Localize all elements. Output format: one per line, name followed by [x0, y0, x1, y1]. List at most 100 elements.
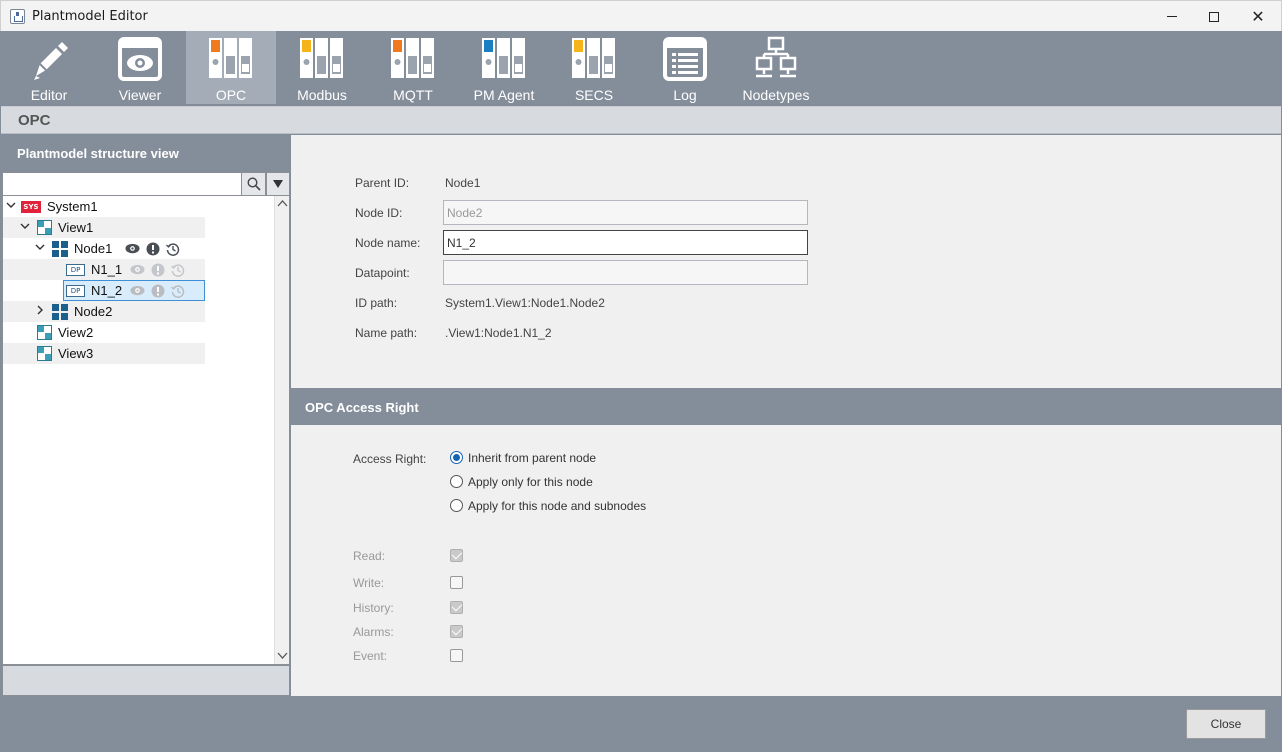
- datapoint-label: Datapoint:: [355, 266, 410, 280]
- close-button[interactable]: Close: [1186, 709, 1266, 739]
- node-id-field: Node2: [443, 200, 808, 225]
- tool-secs-label: SECS: [574, 87, 614, 103]
- system-icon: SYS: [21, 200, 41, 213]
- tool-pm-agent[interactable]: PM Agent: [459, 31, 549, 104]
- name-path-value: .View1:Node1.N1_2: [445, 326, 552, 340]
- access-right-label: Access Right:: [353, 452, 427, 466]
- tree-item-n1-2[interactable]: DP N1_2: [3, 280, 205, 301]
- maximize-icon: [1209, 11, 1219, 22]
- chevron-right-icon[interactable]: [35, 305, 45, 315]
- node-icon: [52, 240, 68, 257]
- tree-item-label: Node2: [74, 304, 113, 319]
- pencil-icon: [4, 36, 94, 82]
- alarm-icon: [150, 283, 165, 298]
- tool-mqtt-label: MQTT: [393, 87, 433, 103]
- history-icon: [170, 262, 185, 277]
- datapoint-icon: DP: [66, 284, 85, 297]
- tree-item-node1[interactable]: Node1: [3, 238, 203, 259]
- server-rack-blue-icon: [459, 36, 549, 82]
- chevron-down-icon[interactable]: [35, 242, 45, 252]
- section-title: OPC: [18, 112, 51, 129]
- tree-item-label: N1_1: [91, 262, 123, 277]
- view-icon: [37, 220, 52, 235]
- event-checkbox: [450, 649, 463, 662]
- chevron-down-icon[interactable]: [277, 652, 288, 662]
- tree-item-label: System1: [47, 199, 98, 214]
- read-label: Read:: [353, 549, 386, 563]
- datapoint-field[interactable]: [443, 260, 808, 285]
- radio-inherit[interactable]: [450, 451, 463, 464]
- details-panel: Parent ID: Node1 Node ID: Node2 Node nam…: [291, 135, 1281, 696]
- view-icon: [37, 325, 52, 340]
- alarm-icon: [145, 241, 160, 256]
- search-button[interactable]: [241, 172, 266, 196]
- tool-editor[interactable]: Editor: [4, 31, 94, 104]
- parent-id-value: Node1: [445, 176, 481, 190]
- parent-id-label: Parent ID:: [355, 176, 410, 190]
- node-icon: [52, 303, 68, 320]
- close-icon: ✕: [1251, 7, 1265, 26]
- tree-item-view3[interactable]: View3: [3, 343, 205, 364]
- view-icon: [37, 346, 52, 361]
- history-label: History:: [353, 601, 394, 615]
- network-tree-icon: [731, 36, 821, 82]
- tool-nodetypes-label: Nodetypes: [742, 87, 810, 103]
- tool-viewer[interactable]: Viewer: [95, 31, 185, 104]
- tool-viewer-label: Viewer: [118, 87, 162, 103]
- structure-tree: SYS System1 View1 Node1 DP N1_1 DP N1_2 …: [2, 196, 290, 665]
- server-rack-yellow-icon: [549, 36, 639, 82]
- read-checkbox: [450, 549, 463, 562]
- minimize-button[interactable]: [1149, 1, 1195, 32]
- access-right-header: OPC Access Right: [291, 388, 1281, 425]
- search-input[interactable]: [2, 172, 242, 196]
- section-header: OPC: [1, 106, 1281, 134]
- id-path-label: ID path:: [355, 296, 398, 310]
- datapoint-icon: DP: [66, 263, 85, 276]
- tree-item-view2[interactable]: View2: [3, 322, 205, 343]
- node-status-icons: [125, 241, 180, 256]
- radio-node-and-subnodes-label[interactable]: Apply for this node and subnodes: [468, 499, 646, 513]
- eye-window-icon: [95, 36, 185, 82]
- node-name-field[interactable]: N1_2: [443, 230, 808, 255]
- tool-log[interactable]: Log: [640, 31, 730, 104]
- tree-item-node2[interactable]: Node2: [3, 301, 205, 322]
- server-rack-yellow-icon: [277, 36, 367, 82]
- close-window-button[interactable]: ✕: [1235, 1, 1281, 32]
- chevron-down-icon[interactable]: [6, 200, 16, 210]
- event-label: Event:: [353, 649, 388, 663]
- radio-this-node-label[interactable]: Apply only for this node: [468, 475, 593, 489]
- alarms-checkbox: [450, 625, 463, 638]
- triangle-down-icon: [273, 180, 283, 188]
- tree-item-n1-1[interactable]: DP N1_1: [3, 259, 205, 280]
- tool-pm-agent-label: PM Agent: [473, 87, 535, 103]
- tool-opc-label: OPC: [215, 87, 247, 103]
- tree-item-label: N1_2: [91, 283, 123, 298]
- tool-mqtt[interactable]: MQTT: [368, 31, 458, 104]
- name-path-label: Name path:: [355, 326, 418, 340]
- minimize-icon: [1167, 16, 1177, 17]
- history-icon: [170, 283, 185, 298]
- chevron-up-icon[interactable]: [277, 199, 288, 209]
- tool-opc[interactable]: OPC: [186, 31, 276, 104]
- tool-modbus[interactable]: Modbus: [277, 31, 367, 104]
- radio-inherit-label[interactable]: Inherit from parent node: [468, 451, 596, 465]
- id-path-value: System1.View1:Node1.Node2: [445, 296, 605, 310]
- access-right-title: OPC Access Right: [305, 400, 419, 415]
- alarm-icon: [150, 262, 165, 277]
- radio-node-and-subnodes[interactable]: [450, 499, 463, 512]
- filter-dropdown-button[interactable]: [266, 172, 290, 196]
- tree-scrollbar[interactable]: [274, 196, 289, 664]
- tree-item-system1[interactable]: SYS System1: [3, 196, 243, 217]
- eye-icon: [130, 283, 145, 298]
- server-rack-orange-icon: [368, 36, 458, 82]
- radio-this-node[interactable]: [450, 475, 463, 488]
- search-icon: [246, 177, 261, 191]
- tool-secs[interactable]: SECS: [549, 31, 639, 104]
- alarms-label: Alarms:: [353, 625, 394, 639]
- tree-item-view1[interactable]: View1: [3, 217, 205, 238]
- history-icon: [165, 241, 180, 256]
- tool-nodetypes[interactable]: Nodetypes: [731, 31, 821, 104]
- history-checkbox: [450, 601, 463, 614]
- maximize-button[interactable]: [1191, 1, 1237, 32]
- chevron-down-icon[interactable]: [20, 221, 30, 231]
